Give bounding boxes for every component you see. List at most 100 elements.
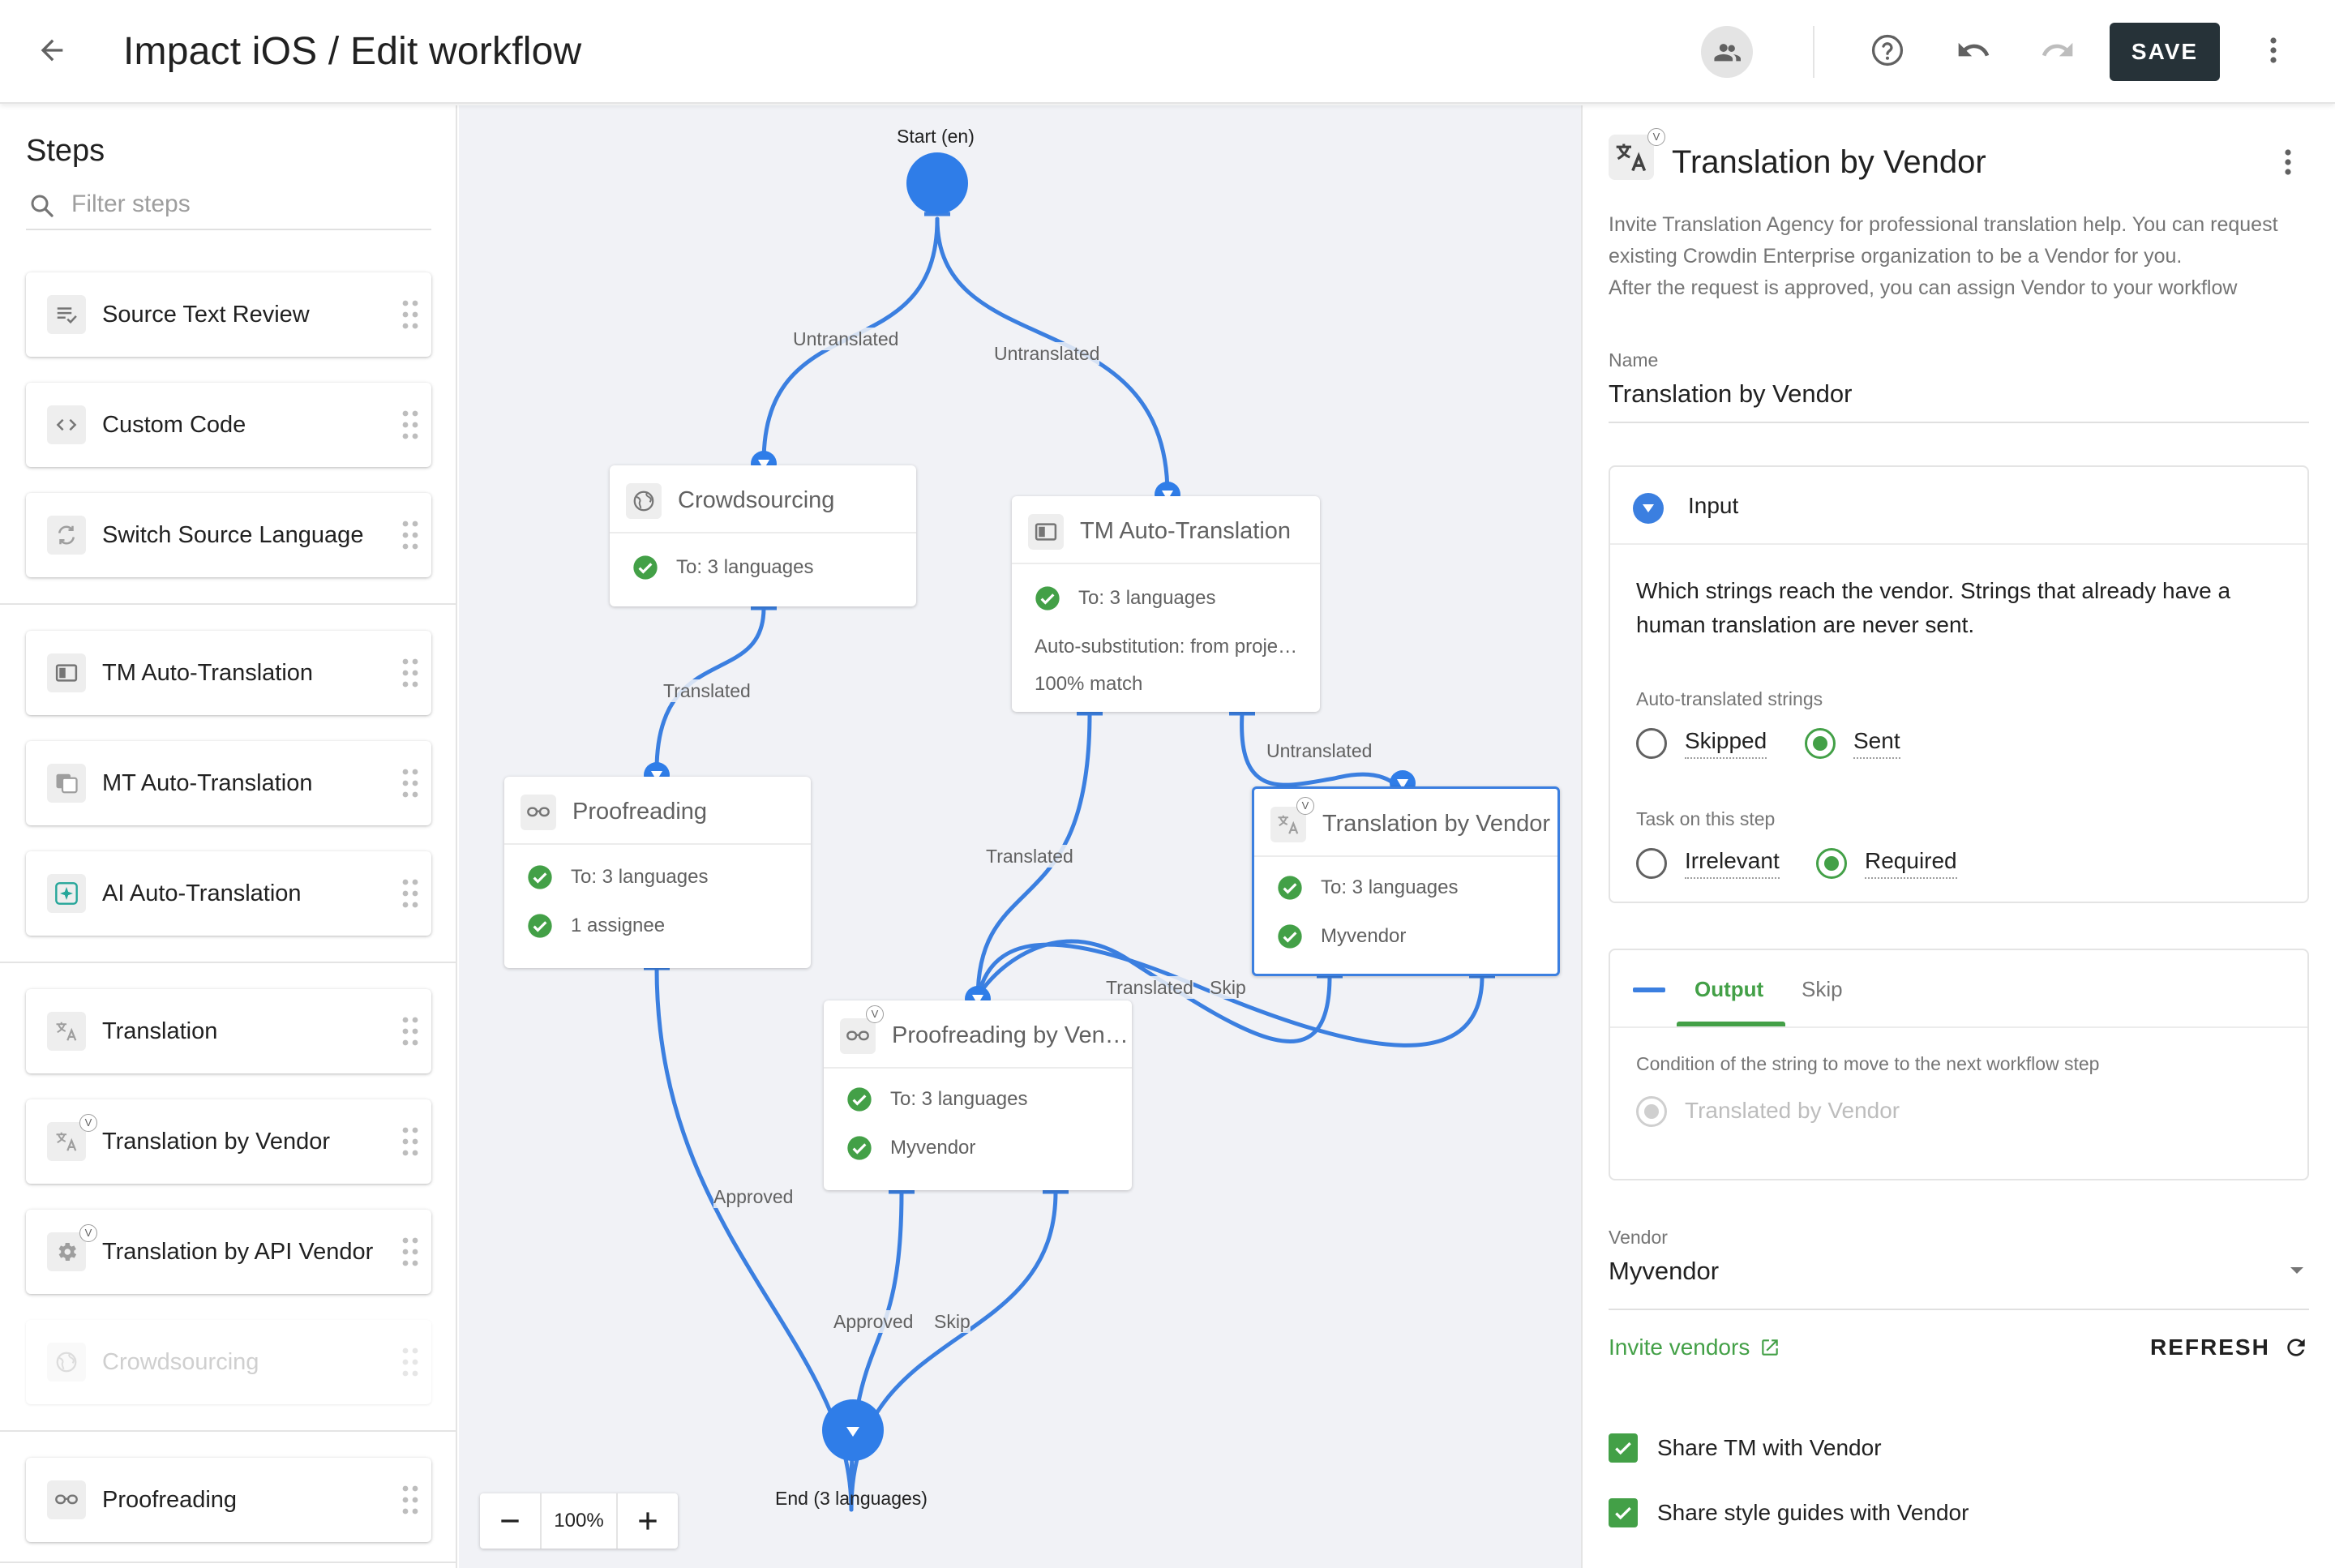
radio-sent-label[interactable]: Sent: [1853, 726, 1900, 759]
vendor-underline: [1609, 1309, 2309, 1310]
node-row-text: Myvendor: [1321, 925, 1407, 947]
input-header: Input: [1610, 467, 2307, 545]
start-node: [906, 152, 968, 214]
node-row-languages: To: 3 languages: [527, 864, 708, 890]
node-crowdsourcing[interactable]: Crowdsourcing To: 3 languages: [610, 465, 916, 606]
node-row-match: 100% match: [1035, 673, 1143, 695]
step-item-custom-code[interactable]: Custom Code: [26, 383, 431, 467]
drag-handle-icon[interactable]: [401, 767, 420, 799]
step-item-translation[interactable]: Translation: [26, 989, 431, 1073]
filter-steps-input[interactable]: [71, 188, 420, 221]
group-divider: [0, 962, 456, 963]
edge-pv-skip-end: [849, 1189, 1058, 1512]
node-tm-auto-translation[interactable]: TM Auto-Translation To: 3 languages Auto…: [1012, 496, 1320, 712]
step-item-switch-source-language[interactable]: Switch Source Language: [26, 493, 431, 577]
help-button[interactable]: [1862, 24, 1913, 76]
name-underline: [1609, 422, 2309, 423]
step-item-mt-auto-translation[interactable]: G MT Auto-Translation: [26, 741, 431, 825]
node-translation-by-vendor[interactable]: V Translation by Vendor To: 3 languages …: [1252, 786, 1560, 976]
radio-skipped-label[interactable]: Skipped: [1685, 726, 1767, 759]
share-style-guides-checkbox[interactable]: [1609, 1498, 1638, 1527]
vendor-select-value[interactable]: Myvendor: [1609, 1255, 1719, 1287]
panel-description: Invite Translation Agency for profession…: [1609, 209, 2314, 304]
steps-sidebar: Steps Source Text Review Custom Code Swi…: [0, 105, 457, 1568]
vendor-badge: V: [1647, 128, 1665, 146]
invite-vendors-link[interactable]: Invite vendors: [1609, 1333, 1780, 1362]
radio-required[interactable]: [1816, 848, 1847, 879]
node-row-text: To: 3 languages: [571, 866, 709, 888]
share-style-guides-label[interactable]: Share style guides with Vendor: [1657, 1498, 1969, 1527]
workflow-canvas[interactable]: Start (en) End (3 languages) Untranslate…: [459, 105, 1581, 1568]
steps-title: Steps: [26, 134, 105, 168]
input-title: Input: [1688, 493, 1739, 518]
gear-icon: [47, 1232, 86, 1271]
save-button[interactable]: SAVE: [2110, 23, 2220, 81]
search-icon: [31, 195, 54, 217]
radio-sent[interactable]: [1805, 728, 1836, 759]
radio-irrelevant[interactable]: [1636, 848, 1667, 879]
edge-label-approved: Approved: [833, 1310, 914, 1333]
check-circle-icon: [1278, 924, 1302, 949]
drag-handle-icon[interactable]: [401, 877, 420, 910]
node-row-text: To: 3 languages: [890, 1088, 1028, 1110]
radio-required-label[interactable]: Required: [1865, 846, 1957, 879]
tab-skip[interactable]: Skip: [1802, 976, 1843, 1002]
step-item-ai-auto-translation[interactable]: AI Auto-Translation: [26, 851, 431, 936]
step-item-translation-by-vendor[interactable]: V Translation by Vendor: [26, 1099, 431, 1184]
tab-output[interactable]: Output: [1694, 976, 1763, 1002]
ai-icon: [47, 874, 86, 913]
node-proofreading[interactable]: Proofreading To: 3 languages 1 assignee: [504, 777, 811, 968]
share-tm-label[interactable]: Share TM with Vendor: [1657, 1433, 1882, 1463]
zoom-in-button[interactable]: [618, 1493, 678, 1549]
drag-handle-icon[interactable]: [401, 409, 420, 441]
more-menu-button[interactable]: [2247, 24, 2299, 76]
node-header: TM Auto-Translation: [1012, 496, 1320, 564]
back-button[interactable]: [29, 28, 75, 73]
step-item-proofreading[interactable]: Proofreading: [26, 1458, 431, 1542]
step-item-label: Translation by API Vendor: [102, 1239, 374, 1265]
node-row-auto-substitution: Auto-substitution: from proje…: [1035, 636, 1298, 658]
edge-label-untranslated: Untranslated: [994, 342, 1100, 365]
name-field[interactable]: Translation by Vendor: [1609, 378, 1852, 410]
collaborators-button[interactable]: [1701, 26, 1753, 78]
refresh-button[interactable]: REFRESH: [2150, 1333, 2309, 1362]
radio-skipped[interactable]: [1636, 728, 1667, 759]
workflow-editor: Impact iOS / Edit workflow SAVE Steps So…: [0, 0, 2335, 1568]
radio-irrelevant-label[interactable]: Irrelevant: [1685, 846, 1780, 879]
drag-handle-icon[interactable]: [401, 1236, 420, 1268]
node-proofreading-by-vendor[interactable]: V Proofreading by Ven… To: 3 languages M…: [824, 1000, 1132, 1190]
top-bar: Impact iOS / Edit workflow SAVE: [0, 0, 2335, 104]
share-tm-checkbox[interactable]: [1609, 1433, 1638, 1463]
undo-button[interactable]: [1947, 24, 1999, 76]
drag-handle-icon[interactable]: [401, 1015, 420, 1047]
page-title: Impact iOS / Edit workflow: [123, 30, 582, 73]
code-icon: [47, 405, 86, 444]
step-item-crowdsourcing: Crowdsourcing: [26, 1320, 431, 1404]
translate-icon: [47, 1122, 86, 1161]
step-item-translation-by-api-vendor[interactable]: V Translation by API Vendor: [26, 1210, 431, 1294]
review-icon: [47, 295, 86, 334]
edge-label-translated: Translated: [986, 845, 1073, 868]
group-divider: [0, 1430, 456, 1432]
step-item-tm-auto-translation[interactable]: TM Auto-Translation: [26, 631, 431, 715]
panel-more-button[interactable]: [2273, 143, 2303, 182]
check-circle-icon: [633, 555, 658, 580]
drag-handle-icon[interactable]: [401, 519, 420, 551]
input-arrow-icon: [1633, 493, 1664, 524]
drag-handle-icon[interactable]: [401, 298, 420, 331]
edge-label-skip: Skip: [934, 1310, 970, 1333]
output-tabs: Output Skip: [1610, 950, 2307, 1028]
zoom-out-button[interactable]: [480, 1493, 540, 1549]
node-row-text: 1 assignee: [571, 915, 666, 936]
step-item-source-text-review[interactable]: Source Text Review: [26, 272, 431, 357]
redo-button[interactable]: [2032, 24, 2084, 76]
more-vert-icon: [2285, 149, 2291, 175]
drag-handle-icon[interactable]: [401, 1125, 420, 1158]
output-dash-icon: [1633, 987, 1665, 992]
minus-icon: [501, 1519, 519, 1523]
chevron-down-icon[interactable]: [2288, 1265, 2306, 1276]
check-circle-icon: [847, 1136, 872, 1160]
drag-handle-icon[interactable]: [401, 657, 420, 689]
drag-handle-icon[interactable]: [401, 1484, 420, 1516]
step-item-label: TM Auto-Translation: [102, 660, 314, 686]
